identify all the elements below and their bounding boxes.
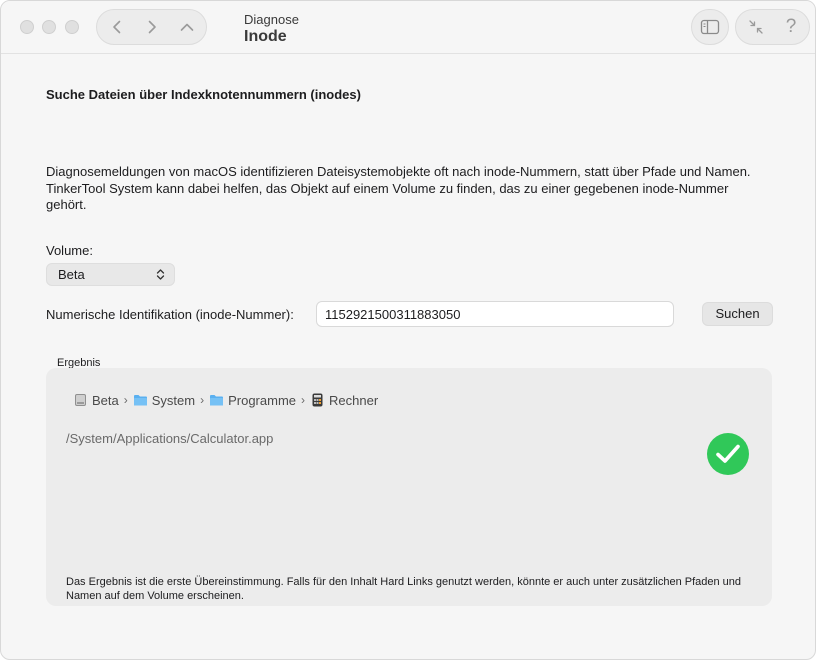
- calculator-app-icon: [312, 393, 323, 407]
- path-item-label: System: [151, 392, 196, 408]
- help-button[interactable]: ?: [773, 10, 809, 44]
- chevron-right-icon: [148, 20, 156, 34]
- folder-icon: [210, 395, 224, 406]
- path-item-label: Rechner: [329, 392, 379, 408]
- path-item-calculator[interactable]: Rechner: [310, 393, 378, 408]
- folder-icon: [133, 395, 147, 406]
- sidebar-icon: [700, 19, 720, 35]
- result-path-text: /System/Applications/Calculator.app: [66, 431, 274, 446]
- app-window: Diagnose Inode ? Suche Dateien über Inde…: [0, 0, 816, 660]
- inode-label: Numerische Identifikation (inode-Nummer)…: [46, 307, 294, 322]
- back-button[interactable]: [99, 10, 135, 44]
- question-mark-icon: ?: [785, 16, 797, 37]
- zoom-window-button[interactable]: [65, 20, 79, 34]
- checkmark-icon: [716, 444, 740, 463]
- path-item-label: Programme: [228, 392, 297, 408]
- inode-input[interactable]: [316, 301, 674, 327]
- path-control: Beta › System › Programme › Rechner: [73, 391, 378, 409]
- navigation-group: [96, 9, 207, 45]
- volume-popup[interactable]: Beta: [46, 263, 175, 286]
- chevron-up-icon: [180, 23, 194, 31]
- success-badge: [707, 433, 749, 475]
- up-down-chevron-icon: [156, 269, 165, 280]
- path-separator: ›: [200, 393, 205, 407]
- result-note: Das Ergebnis ist die erste Übereinstimmu…: [66, 576, 742, 602]
- path-item-system[interactable]: System: [133, 393, 195, 408]
- description-text: Diagnosemeldungen von macOS identifizier…: [46, 164, 751, 212]
- toolbar: Diagnose Inode ?: [1, 1, 815, 54]
- minimize-window-button[interactable]: [42, 20, 56, 34]
- collapse-button[interactable]: [738, 10, 774, 44]
- volume-label: Volume:: [46, 243, 93, 258]
- section-name: Diagnose: [244, 12, 299, 27]
- path-separator: ›: [301, 393, 306, 407]
- path-separator: ›: [123, 393, 128, 407]
- up-button[interactable]: [169, 10, 205, 44]
- path-item-volume[interactable]: Beta: [73, 393, 119, 408]
- forward-button[interactable]: [134, 10, 170, 44]
- path-item-applications[interactable]: Programme: [209, 393, 296, 408]
- volume-popup-value: Beta: [58, 267, 85, 282]
- collapse-arrows-icon: [749, 20, 763, 34]
- sidebar-toggle-button[interactable]: [691, 9, 729, 45]
- disk-icon: [75, 394, 86, 406]
- close-window-button[interactable]: [20, 20, 34, 34]
- chevron-left-icon: [113, 20, 121, 34]
- search-button[interactable]: Suchen: [702, 302, 773, 326]
- page-title: Inode: [244, 28, 287, 45]
- path-item-label: Beta: [92, 392, 119, 408]
- window-actions-group: ?: [735, 9, 810, 45]
- section-heading: Suche Dateien über Indexknotennummern (i…: [46, 87, 361, 102]
